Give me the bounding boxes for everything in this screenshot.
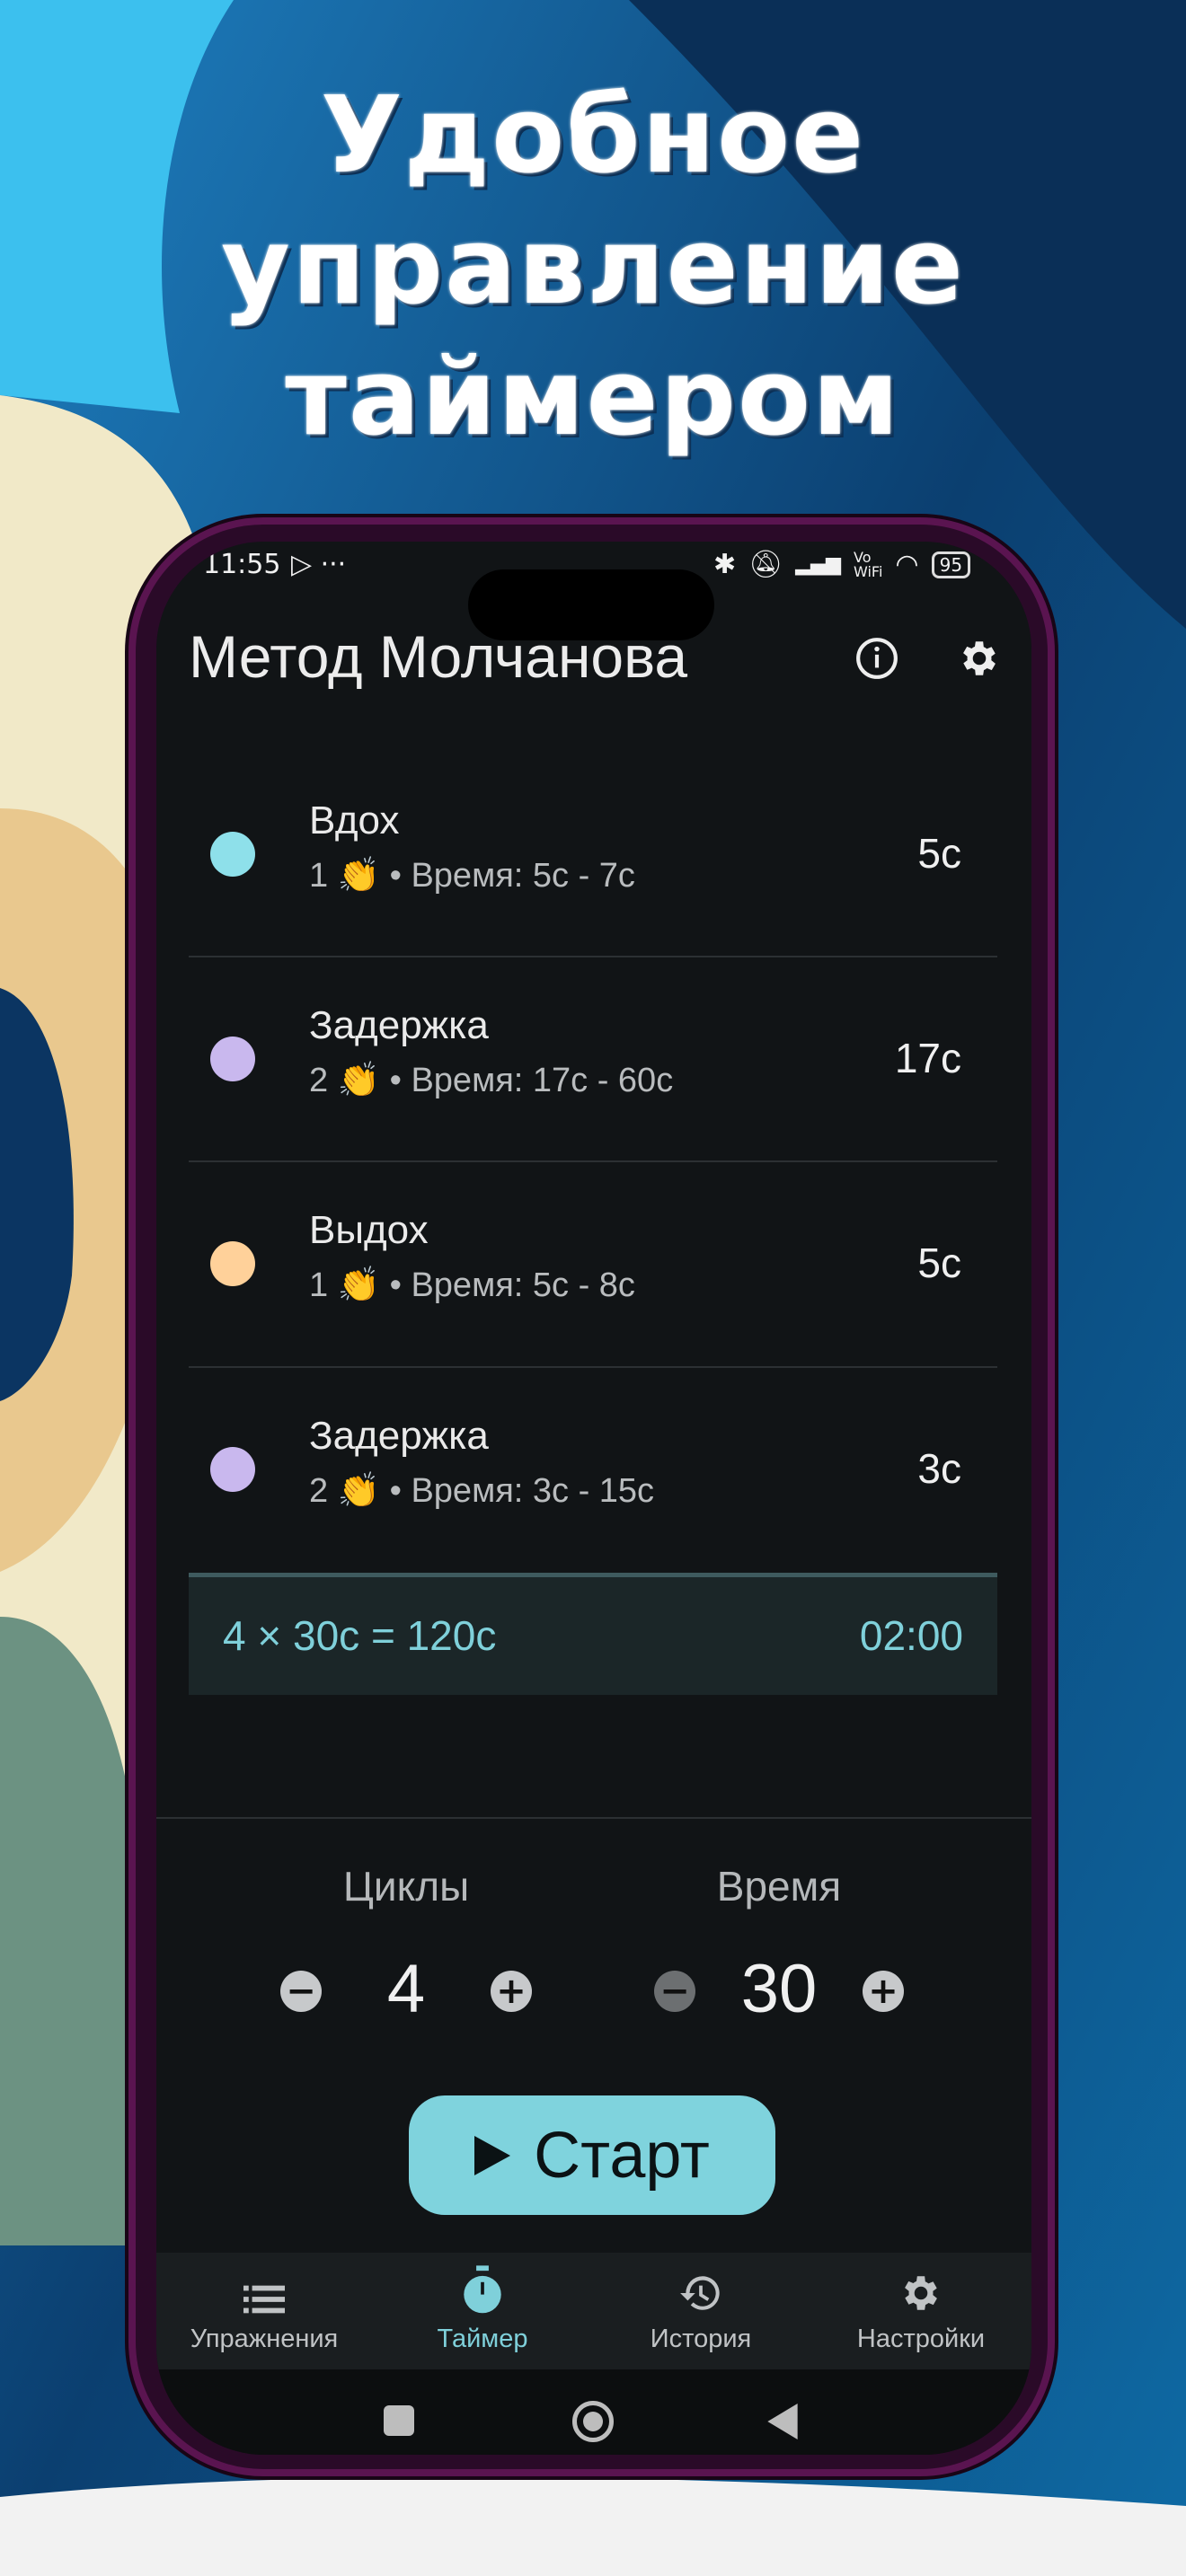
phase-reps: 1 xyxy=(309,1266,329,1304)
phase-color-dot xyxy=(210,1241,255,1286)
system-nav-bar xyxy=(156,2369,1031,2455)
phase-time-range: • Время: 5с - 8с xyxy=(389,1266,635,1304)
signal-icon: ▂▄▆ xyxy=(795,553,841,576)
start-button[interactable]: Старт xyxy=(409,2095,775,2215)
status-icons: ✱ 🔕︎ ▂▄▆ Vo WiFi ◠ 95 xyxy=(713,548,971,580)
clap-icon: 👏 xyxy=(337,1062,381,1099)
nav-item-settings[interactable]: Настройки xyxy=(813,2253,1029,2369)
phase-subtitle: 2 👏 • Время: 17с - 60с xyxy=(309,1061,673,1100)
status-time: 11:55 xyxy=(203,549,281,580)
settings-button[interactable] xyxy=(951,630,1008,687)
nav-item-history[interactable]: История xyxy=(593,2253,809,2369)
clap-icon: 👏 xyxy=(337,1472,381,1510)
cycles-decrement-button[interactable]: − xyxy=(280,1971,322,2012)
vowifi-icon: Vo WiFi xyxy=(854,548,883,580)
bluetooth-icon: ✱ xyxy=(713,549,737,580)
minus-icon: − xyxy=(659,1971,690,2012)
phase-value: 5с xyxy=(917,1239,961,1286)
cycles-increment-button[interactable]: + xyxy=(491,1971,532,2012)
back-button[interactable] xyxy=(767,2404,798,2439)
nav-label: Настройки xyxy=(856,2325,986,2353)
phase-title: Вдох xyxy=(309,798,400,842)
phase-subtitle: 1 👏 • Время: 5с - 8с xyxy=(309,1266,635,1305)
phase-subtitle: 1 👏 • Время: 5с - 7с xyxy=(309,856,635,895)
nav-label: Упражнения xyxy=(190,2325,339,2353)
headline-line-3: таймером xyxy=(285,335,901,459)
plus-icon: + xyxy=(496,1971,527,2012)
phone-screen: 11:55 ▷ ··· ✱ 🔕︎ ▂▄▆ Vo WiFi ◠ 95 Метод М… xyxy=(156,542,1031,2455)
nav-item-exercises[interactable]: Упражнения xyxy=(156,2253,372,2369)
wifi-icon: ◠ xyxy=(895,549,919,580)
phase-color-dot xyxy=(210,1447,255,1492)
phase-title: Выдох xyxy=(309,1208,429,1252)
phase-row-exhale[interactable]: Выдох 1 👏 • Время: 5с - 8с 5с xyxy=(189,1161,997,1366)
summary-total: 02:00 xyxy=(859,1612,963,1659)
clap-icon: 👏 xyxy=(337,1266,381,1304)
phase-title: Задержка xyxy=(309,1414,489,1458)
time-label: Время xyxy=(716,1863,842,1910)
phase-row-inhale[interactable]: Вдох 1 👏 • Время: 5с - 7с 5с xyxy=(189,752,997,957)
section-divider xyxy=(156,1817,1031,1819)
play-store-icon: ▷ ··· xyxy=(291,549,347,580)
info-icon xyxy=(856,638,898,679)
phase-time-range: • Время: 17с - 60с xyxy=(389,1062,674,1099)
gear-icon xyxy=(905,2276,937,2310)
minus-icon: − xyxy=(286,1971,316,2012)
time-value: 30 xyxy=(740,1951,818,2027)
phase-color-dot xyxy=(210,1037,255,1081)
play-icon xyxy=(474,2135,511,2175)
list-icon xyxy=(243,2285,285,2314)
battery-icon: 95 xyxy=(931,551,971,578)
clap-icon: 👏 xyxy=(337,857,381,895)
gear-icon xyxy=(963,641,996,675)
recents-button[interactable] xyxy=(384,2405,414,2436)
home-button[interactable] xyxy=(572,2401,614,2442)
plus-icon: + xyxy=(868,1971,898,2012)
phase-row-hold-1[interactable]: Задержка 2 👏 • Время: 17с - 60с 17с xyxy=(189,957,997,1161)
phase-reps: 1 xyxy=(309,857,329,895)
start-label: Старт xyxy=(534,2119,710,2192)
phase-value: 5с xyxy=(917,830,961,877)
page-title: Метод Молчанова xyxy=(189,623,688,690)
phase-color-dot xyxy=(210,832,255,877)
bottom-nav: Упражнения Таймер История Настройки xyxy=(156,2253,1031,2369)
nav-label: История xyxy=(650,2325,752,2353)
phase-row-hold-2[interactable]: Задержка 2 👏 • Время: 3с - 15с 3с xyxy=(189,1367,997,1572)
nav-label: Таймер xyxy=(437,2325,528,2353)
cycles-label: Циклы xyxy=(342,1863,470,1910)
summary-formula: 4 × 30с = 120с xyxy=(223,1612,497,1659)
mute-icon: 🔕︎ xyxy=(748,549,783,580)
phase-reps: 2 xyxy=(309,1062,329,1099)
phase-title: Задержка xyxy=(309,1003,489,1047)
summary-bar: 4 × 30с = 120с 02:00 xyxy=(189,1573,997,1695)
info-button[interactable] xyxy=(848,630,906,687)
phase-time-range: • Время: 5с - 7с xyxy=(389,857,635,895)
phase-value: 3с xyxy=(917,1445,961,1492)
nav-item-timer[interactable]: Таймер xyxy=(375,2253,590,2369)
phase-reps: 2 xyxy=(309,1472,329,1510)
cycles-value: 4 xyxy=(386,1951,426,2027)
headline-line-1: Удобное xyxy=(320,73,866,197)
phase-time-range: • Время: 3с - 15с xyxy=(389,1472,655,1510)
time-decrement-button[interactable]: − xyxy=(654,1971,695,2012)
phase-subtitle: 2 👏 • Время: 3с - 15с xyxy=(309,1471,654,1511)
stopwatch-icon xyxy=(464,2265,501,2314)
time-increment-button[interactable]: + xyxy=(863,1971,904,2012)
headline-line-2: управление xyxy=(221,204,965,328)
phase-value: 17с xyxy=(894,1035,961,1081)
history-icon xyxy=(680,2276,720,2310)
